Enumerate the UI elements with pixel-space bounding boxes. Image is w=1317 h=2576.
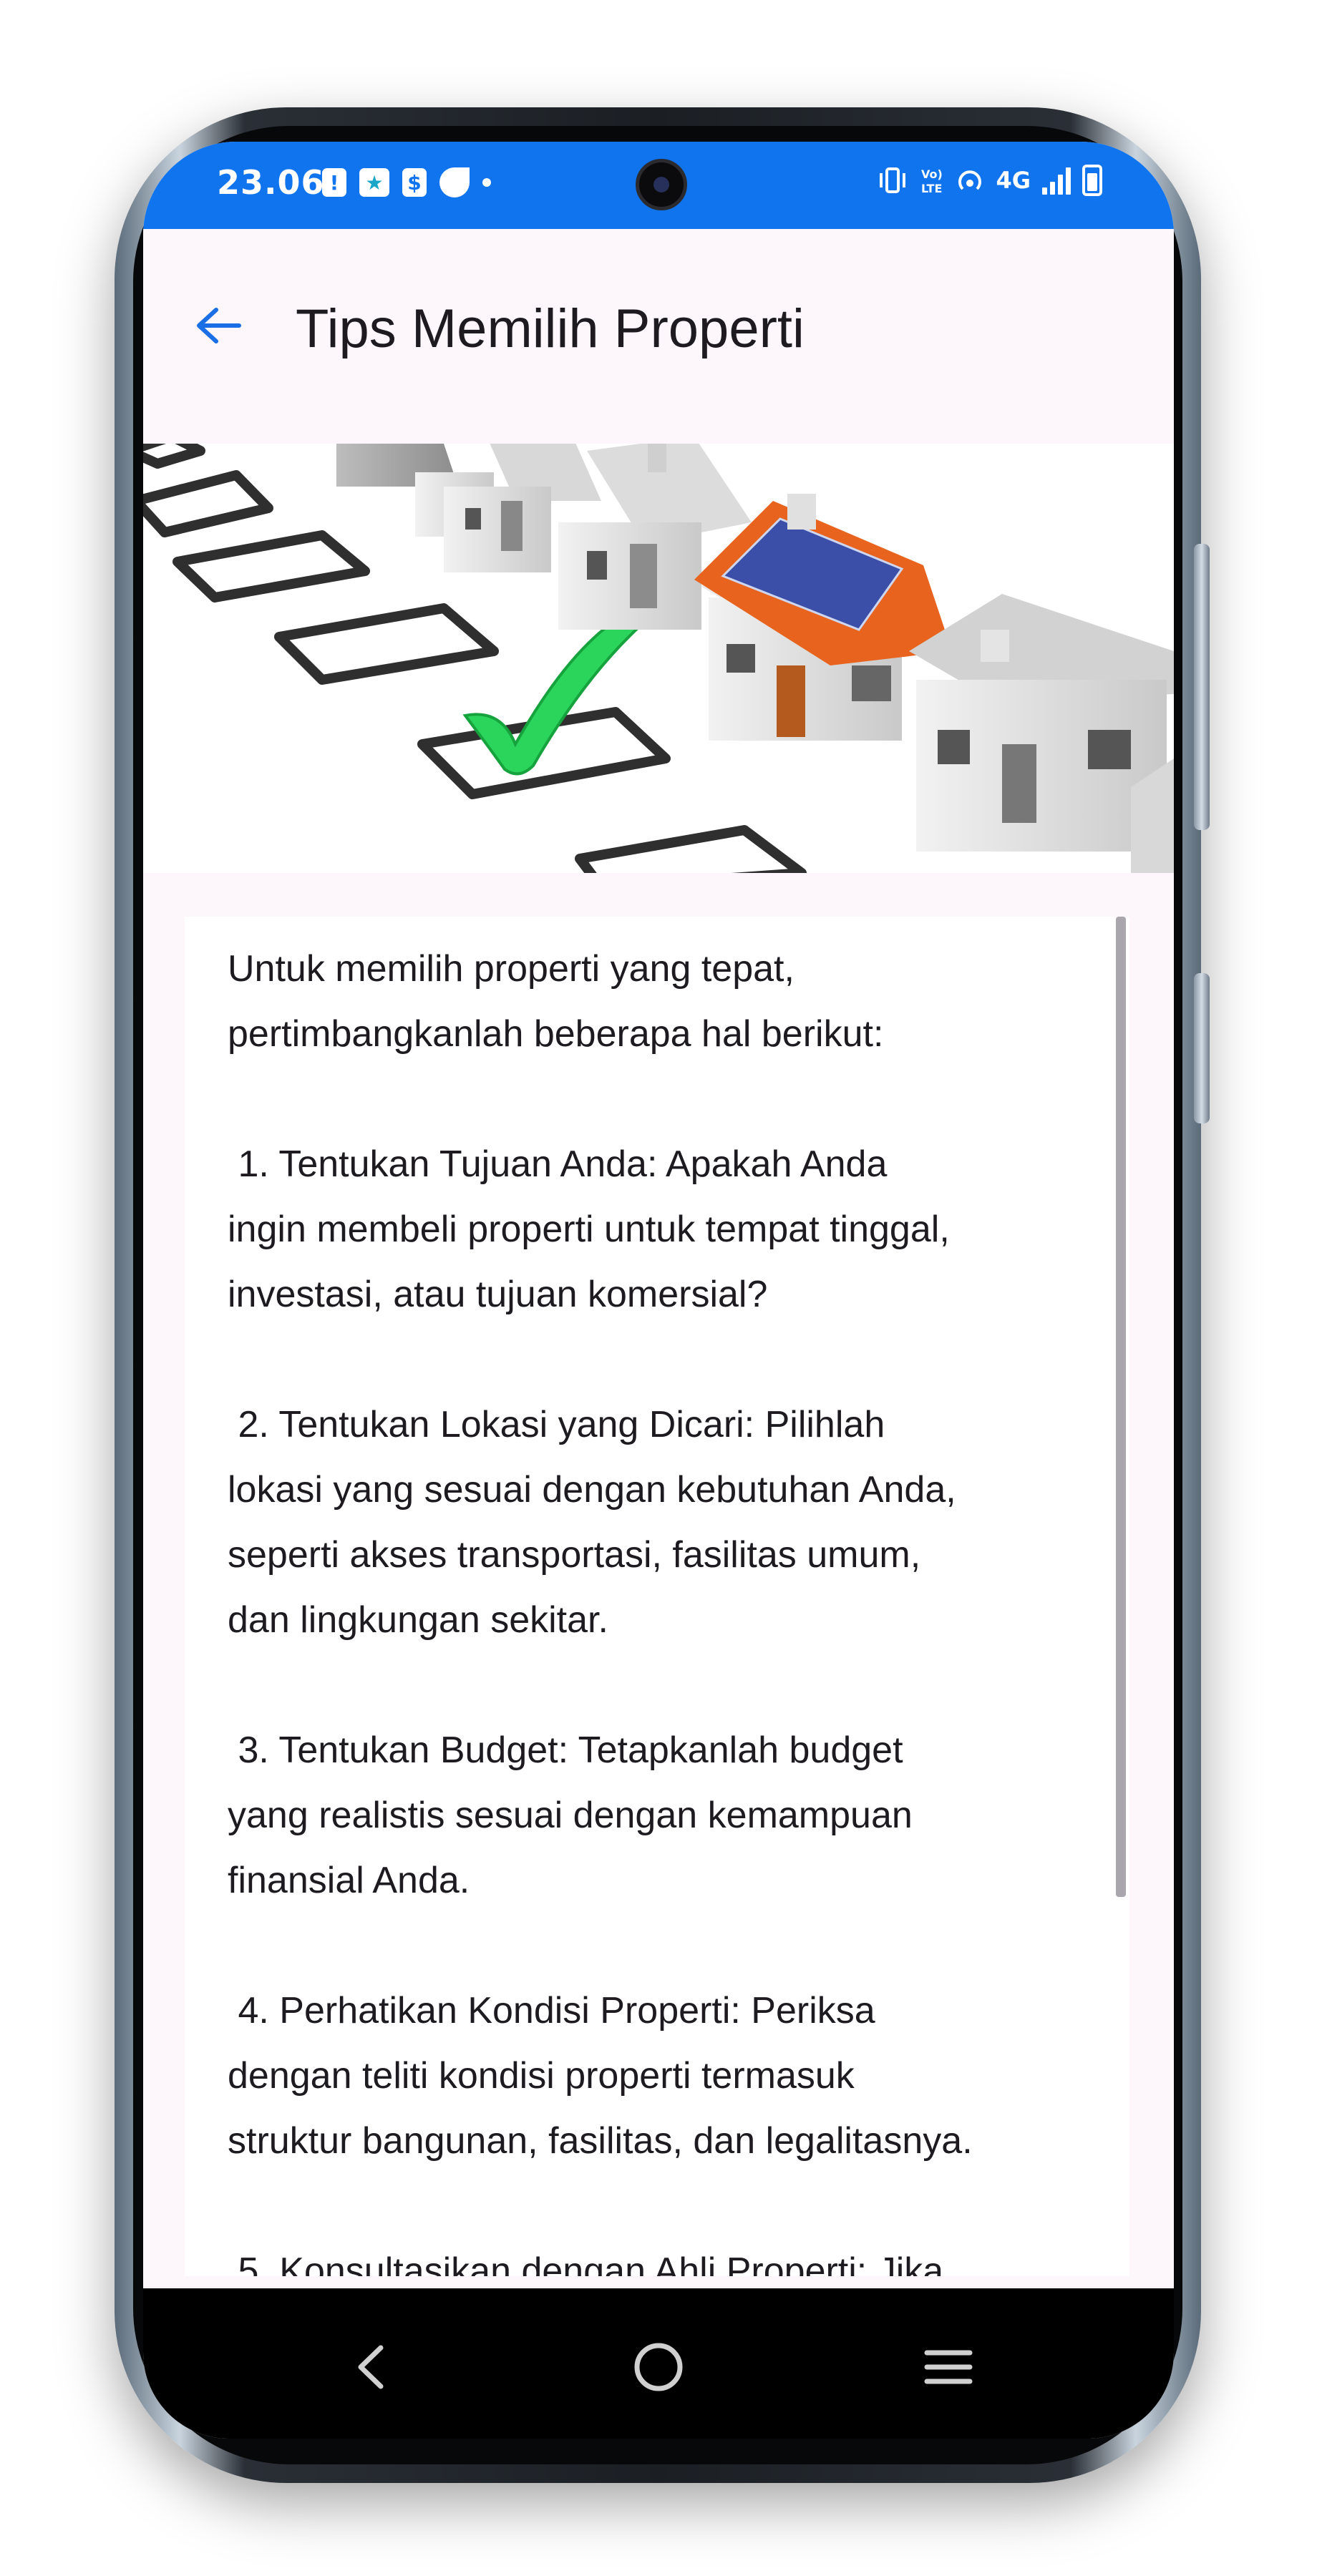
nav-recents-button[interactable] (905, 2331, 991, 2403)
page-title: Tips Memilih Properti (296, 298, 805, 359)
hotspot-icon (958, 170, 982, 190)
app-bar: Tips Memilih Properti (143, 229, 1174, 444)
arrow-left-icon (197, 308, 241, 343)
signal-icon (1042, 166, 1071, 195)
battery-icon (1082, 165, 1102, 196)
tips-text: Untuk memilih properti yang tepat, perti… (228, 948, 973, 2276)
checkmark-icon (462, 602, 654, 776)
status-bar: 23.06 ! ★ $ Vo) LTE 4G (143, 142, 1174, 229)
system-icons: Vo) LTE 4G (877, 165, 1102, 196)
nav-home-button[interactable] (616, 2331, 701, 2403)
more-notifications-icon (482, 178, 491, 187)
network-type: 4G (996, 167, 1031, 194)
status-time: 23.06 (217, 163, 325, 202)
volte-icon: Vo)LTE (921, 167, 943, 195)
hero-image (143, 444, 1174, 873)
leaf-app-icon (439, 167, 470, 197)
shopping-bag-icon: $ (402, 168, 427, 197)
vibrate-icon (880, 167, 906, 193)
nav-back-button[interactable] (329, 2331, 415, 2403)
volume-button (1194, 544, 1210, 830)
back-nav-icon (358, 2345, 384, 2389)
navigation-bar (143, 2288, 1174, 2439)
power-button (1194, 973, 1210, 1123)
svg-text:Vo): Vo) (921, 167, 943, 181)
recents-nav-icon (924, 2350, 973, 2384)
front-camera (636, 159, 687, 210)
home-nav-icon (634, 2343, 683, 2391)
house-icon (694, 494, 952, 741)
star-app-icon: ★ (359, 168, 389, 197)
alert-icon: ! (322, 168, 346, 197)
notification-icons: ! ★ $ (322, 167, 491, 197)
phone-screen: 23.06 ! ★ $ Vo) LTE 4G Tips Memilih Prope (143, 142, 1174, 2439)
svg-text:LTE: LTE (921, 182, 942, 195)
back-button[interactable] (179, 286, 258, 365)
scrollbar[interactable] (1116, 917, 1126, 1897)
tips-content-card[interactable]: Untuk memilih properti yang tepat, perti… (185, 917, 1129, 2276)
